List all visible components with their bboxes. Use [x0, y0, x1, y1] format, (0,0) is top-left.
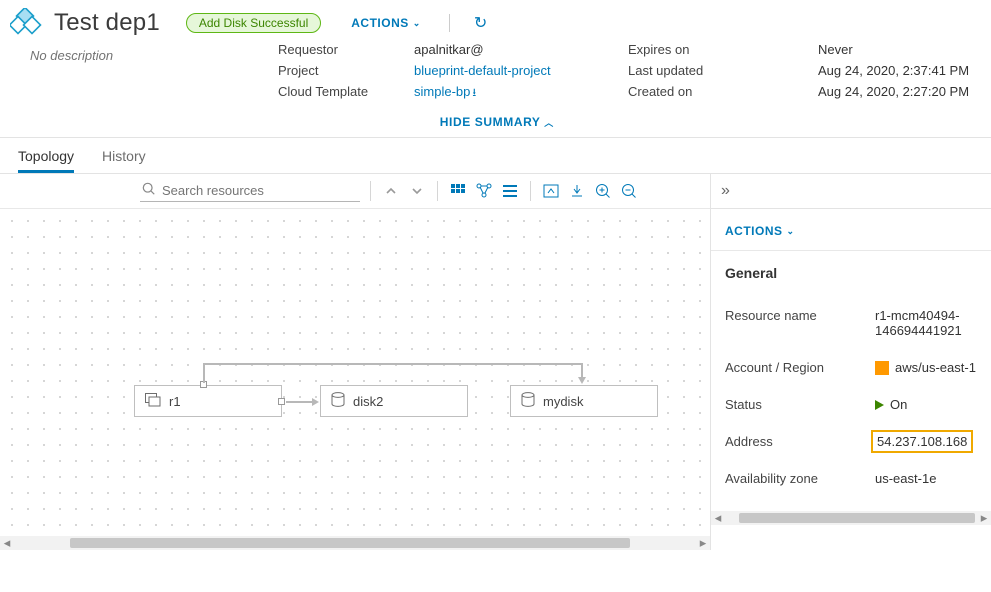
panel-collapse-icon[interactable]: » [711, 174, 991, 209]
arrowhead-icon [312, 398, 319, 406]
tab-topology[interactable]: Topology [18, 138, 74, 173]
created-label: Created on [628, 84, 782, 99]
refresh-icon[interactable]: ↻ [474, 13, 487, 33]
disk-icon [521, 392, 535, 411]
download-icon[interactable]: ⭳ [472, 87, 476, 99]
project-label: Project [278, 63, 408, 78]
node-label: r1 [169, 394, 181, 409]
save-view-icon[interactable] [567, 181, 587, 201]
requestor-value: apalnitkar@ [414, 42, 592, 57]
node-label: mydisk [543, 394, 583, 409]
scroll-left-icon[interactable]: ◂ [0, 536, 14, 550]
fit-screen-icon[interactable] [541, 181, 561, 201]
nav-up-icon[interactable] [381, 181, 401, 201]
status-badge: Add Disk Successful [186, 13, 321, 33]
node-r1[interactable]: r1 [134, 385, 282, 417]
vm-icon [145, 393, 161, 410]
nav-down-icon[interactable] [407, 181, 427, 201]
side-actions-dropdown[interactable]: ACTIONS⌄ [725, 224, 795, 238]
search-input[interactable] [162, 183, 358, 198]
chevron-down-icon: ⌄ [413, 18, 421, 29]
view-graph-icon[interactable] [474, 181, 494, 201]
address-highlight: 54.237.108.168 [871, 430, 973, 453]
topology-canvas[interactable]: r1 disk2 mydisk [0, 209, 710, 536]
section-title-general: General [725, 265, 977, 281]
prop-address: Address 54.237.108.168 [725, 423, 977, 460]
prop-account-region: Account / Region aws/us-east-1 [725, 349, 977, 386]
aws-icon [875, 361, 889, 375]
expires-label: Expires on [628, 42, 782, 57]
cloud-template-link[interactable]: simple-bp [414, 84, 470, 99]
description-text: No description [30, 48, 242, 63]
canvas-horizontal-scrollbar[interactable]: ◂ ▸ [0, 536, 710, 550]
zoom-in-icon[interactable] [593, 181, 613, 201]
updated-value: Aug 24, 2020, 2:37:41 PM [818, 63, 969, 78]
node-mydisk[interactable]: mydisk [510, 385, 658, 417]
search-input-wrap[interactable] [140, 180, 360, 202]
header-actions-dropdown[interactable]: ACTIONS⌄ [351, 16, 421, 30]
created-value: Aug 24, 2020, 2:27:20 PM [818, 84, 969, 99]
side-horizontal-scrollbar[interactable]: ◂ ▸ [711, 511, 991, 525]
expires-value: Never [818, 42, 969, 57]
node-disk2[interactable]: disk2 [320, 385, 468, 417]
scroll-right-icon[interactable]: ▸ [977, 511, 991, 525]
requestor-label: Requestor [278, 42, 408, 57]
updated-label: Last updated [628, 63, 782, 78]
deployment-logo-icon [10, 8, 44, 38]
scroll-right-icon[interactable]: ▸ [696, 536, 710, 550]
node-label: disk2 [353, 394, 383, 409]
arrowhead-icon [578, 377, 586, 384]
prop-resource-name: Resource name r1-mcm40494-146694441921 [725, 297, 977, 349]
zoom-out-icon[interactable] [619, 181, 639, 201]
edge [286, 401, 312, 403]
disk-icon [331, 392, 345, 411]
tab-history[interactable]: History [102, 138, 146, 173]
template-label: Cloud Template [278, 84, 408, 103]
chevron-down-icon: ⌄ [787, 226, 795, 237]
prop-availability-zone: Availability zone us-east-1e [725, 460, 977, 497]
search-icon [142, 182, 156, 199]
page-title: Test dep1 [54, 9, 160, 37]
project-link[interactable]: blueprint-default-project [414, 63, 551, 78]
view-list-icon[interactable] [500, 181, 520, 201]
status-on-icon [875, 400, 884, 410]
scroll-left-icon[interactable]: ◂ [711, 511, 725, 525]
edge [203, 363, 583, 365]
divider [449, 14, 450, 32]
view-grid-icon[interactable] [448, 181, 468, 201]
prop-status: Status On [725, 386, 977, 423]
edge [203, 363, 205, 383]
hide-summary-button[interactable]: HIDE SUMMARY ︿ [10, 103, 981, 137]
chevron-up-icon: ︿ [544, 118, 551, 128]
